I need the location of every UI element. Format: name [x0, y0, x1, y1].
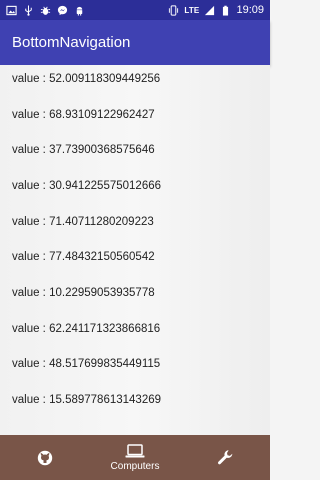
laptop-icon — [125, 443, 145, 459]
usb-icon — [23, 4, 34, 16]
bug-icon — [40, 5, 51, 16]
list-item[interactable]: value : 48.517699835449115 — [0, 347, 270, 383]
battery-icon — [220, 5, 231, 16]
vibrate-icon — [168, 4, 179, 16]
wrench-icon — [217, 449, 234, 466]
signal-icon — [204, 5, 215, 16]
list-item[interactable]: value : 68.93109122962427 — [0, 97, 270, 133]
page-title: BottomNavigation — [12, 34, 131, 51]
list-item[interactable]: value : 77.48432150560542 — [0, 239, 270, 275]
list-item[interactable]: value : 37.73900368575646 — [0, 132, 270, 168]
list-item[interactable]: value : 71.40711280209223 — [0, 204, 270, 240]
list-item[interactable]: value : 62.241171323866816 — [0, 311, 270, 347]
network-type: LTE — [184, 5, 200, 15]
github-icon — [37, 450, 53, 466]
messenger-icon — [57, 5, 68, 16]
tab-label: Computers — [110, 460, 160, 472]
list-item[interactable]: value : 15.589778613143269 — [0, 382, 270, 418]
tab-settings[interactable] — [180, 435, 270, 480]
status-bar: LTE 19:09 — [0, 0, 270, 20]
list-item[interactable]: value : 10.22959053935778 — [0, 275, 270, 311]
tab-github[interactable] — [0, 435, 90, 480]
tab-computers[interactable]: Computers — [90, 435, 180, 480]
clock: 19:09 — [236, 4, 264, 16]
app-bar: BottomNavigation — [0, 20, 270, 65]
list-item[interactable]: value : 30.941225575012666 — [0, 168, 270, 204]
bottom-navigation: Computers — [0, 435, 270, 480]
image-icon — [6, 5, 17, 16]
android-icon — [74, 5, 85, 16]
list-item[interactable]: value : 52.009118309449256 — [0, 65, 270, 97]
value-list[interactable]: value : 52.009118309449256 value : 68.93… — [0, 65, 270, 435]
